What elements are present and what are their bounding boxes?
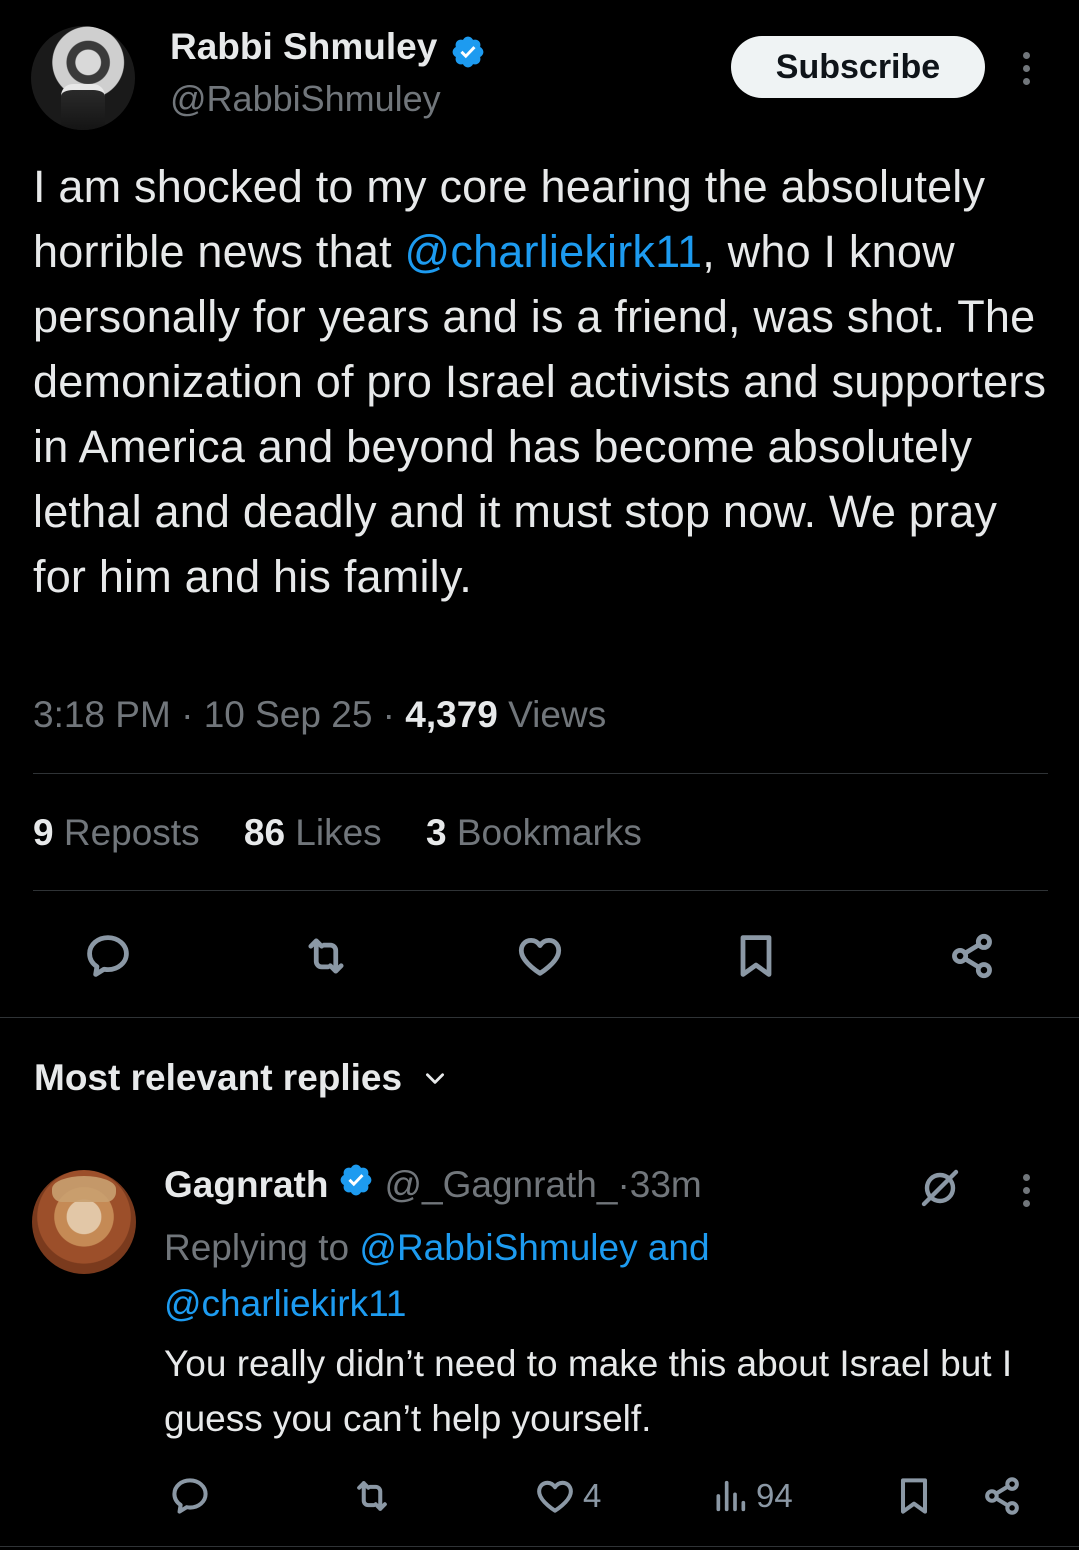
tweet-text-part2: , who I know personally for years and is… bbox=[33, 226, 1047, 602]
reply-likes-count: 4 bbox=[583, 1477, 602, 1514]
verified-badge-icon bbox=[338, 1162, 374, 1207]
bookmarks-label: Bookmarks bbox=[446, 812, 642, 853]
reply-bookmark-button[interactable] bbox=[890, 1472, 938, 1520]
more-options-icon[interactable] bbox=[1020, 52, 1032, 91]
like-button[interactable] bbox=[512, 928, 568, 984]
divider bbox=[33, 890, 1048, 891]
like-icon bbox=[518, 938, 562, 976]
reply-reply-button[interactable] bbox=[166, 1472, 214, 1520]
meta-separator: · bbox=[372, 694, 406, 735]
chevron-down-icon bbox=[426, 1073, 445, 1084]
reply-time[interactable]: 33m bbox=[630, 1164, 702, 1206]
reply-repost-button[interactable] bbox=[346, 1472, 398, 1520]
reply-like-button[interactable]: 4 bbox=[533, 1472, 633, 1520]
tweet-meta: 3:18 PM · 10 Sep 25 · 4,379 Views bbox=[33, 694, 606, 736]
reposts-count: 9 bbox=[33, 812, 54, 853]
bookmark-icon bbox=[900, 1478, 928, 1514]
replies-sort-label: Most relevant replies bbox=[34, 1057, 403, 1098]
tweet-time[interactable]: 3:18 PM bbox=[33, 694, 171, 735]
replying-to-link-2[interactable]: @charliekirk11 bbox=[164, 1283, 407, 1324]
share-button[interactable] bbox=[944, 928, 1000, 984]
subscribe-button[interactable]: Subscribe bbox=[731, 36, 985, 98]
reply-button[interactable] bbox=[80, 928, 136, 984]
author-handle[interactable]: @RabbiShmuley bbox=[170, 78, 441, 120]
likes-label: Likes bbox=[285, 812, 382, 853]
reply-share-button[interactable] bbox=[978, 1472, 1026, 1520]
grok-icon bbox=[921, 1169, 959, 1207]
repost-button[interactable] bbox=[296, 928, 356, 984]
divider bbox=[33, 773, 1048, 774]
replying-prefix: Replying to bbox=[164, 1227, 360, 1268]
replying-and: and bbox=[637, 1227, 710, 1268]
reply-views-button[interactable]: 94 bbox=[710, 1472, 820, 1520]
reply-author-avatar[interactable] bbox=[32, 1170, 136, 1274]
section-divider bbox=[0, 1546, 1079, 1547]
verified-badge-icon bbox=[450, 34, 486, 75]
reply-icon bbox=[87, 935, 129, 977]
repost-icon bbox=[308, 938, 344, 974]
meta-separator: · bbox=[170, 694, 204, 735]
reply-icon bbox=[172, 1478, 208, 1514]
reply-header: Gagnrath @_Gagnrath_ · 33m bbox=[164, 1162, 702, 1207]
tweet-date[interactable]: 10 Sep 25 bbox=[204, 694, 373, 735]
likes-stat[interactable]: 86 Likes bbox=[244, 812, 382, 853]
author-avatar[interactable] bbox=[31, 26, 135, 130]
author-name[interactable]: Rabbi Shmuley bbox=[170, 26, 437, 67]
bookmarks-stat[interactable]: 3 Bookmarks bbox=[426, 812, 642, 853]
tweet-text: I am shocked to my core hearing the abso… bbox=[33, 154, 1053, 609]
replying-to-link-1[interactable]: @RabbiShmuley bbox=[359, 1227, 637, 1268]
views-label: Views bbox=[497, 694, 607, 735]
likes-count: 86 bbox=[243, 812, 286, 853]
bookmark-button[interactable] bbox=[728, 928, 784, 984]
replies-sort-dropdown[interactable]: Most relevant replies bbox=[34, 1057, 448, 1099]
grok-button[interactable] bbox=[914, 1162, 966, 1214]
reply-views-count: 94 bbox=[756, 1477, 793, 1514]
section-divider bbox=[0, 1017, 1079, 1018]
reply-more-options-icon[interactable] bbox=[1020, 1174, 1032, 1213]
reply-separator: · bbox=[617, 1163, 630, 1205]
share-icon bbox=[952, 933, 992, 979]
reply-text: You really didn’t need to make this abou… bbox=[164, 1343, 1013, 1439]
reposts-stat[interactable]: 9 Reposts bbox=[33, 812, 200, 853]
bookmark-icon bbox=[740, 935, 772, 977]
share-icon bbox=[985, 1477, 1019, 1515]
views-count: 4,379 bbox=[405, 694, 498, 735]
tweet-stats: 9 Reposts 86 Likes 3 Bookmarks bbox=[33, 812, 676, 854]
like-icon bbox=[537, 1480, 573, 1513]
replying-to: Replying to @RabbiShmuley and @charliekir… bbox=[164, 1220, 924, 1332]
bookmarks-count: 3 bbox=[425, 812, 447, 853]
repost-icon bbox=[357, 1481, 387, 1511]
reply-author-name[interactable]: Gagnrath bbox=[164, 1164, 328, 1206]
reply-author-handle[interactable]: @_Gagnrath_ bbox=[384, 1164, 617, 1206]
reposts-label: Reposts bbox=[53, 812, 200, 853]
views-icon bbox=[716, 1480, 746, 1512]
mention-link[interactable]: @charliekirk11 bbox=[405, 226, 703, 277]
author-name-row[interactable]: Rabbi Shmuley bbox=[170, 26, 486, 75]
